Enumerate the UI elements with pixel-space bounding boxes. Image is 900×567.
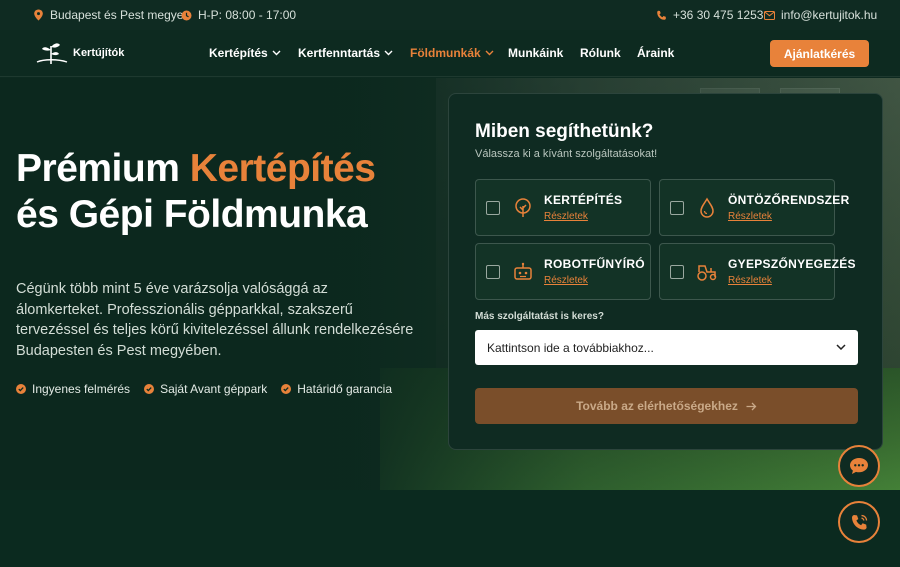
service-checkbox[interactable] (486, 265, 500, 279)
chevron-down-icon (485, 50, 494, 56)
panel-title: Miben segíthetünk? (475, 121, 654, 142)
nav-item-label: Kertfenntartás (298, 46, 381, 60)
service-card-kertepites[interactable]: KERTÉPÍTÉS Részletek (475, 179, 651, 236)
location-info: Budapest és Pest megye (32, 8, 183, 22)
logo-plant-icon (36, 43, 68, 64)
service-card-robotfunyiro[interactable]: ROBOTFŰNYÍRÓ Részletek (475, 243, 651, 300)
service-card-gyepszonyegezes[interactable]: GYEPSZŐNYEGEZÉS Részletek (659, 243, 856, 300)
panel-subtitle: Válassza ki a kívánt szolgáltatásokat! (475, 148, 658, 160)
service-checkbox[interactable] (670, 201, 684, 215)
phone-icon (655, 9, 667, 21)
nav-item-label: Áraink (637, 46, 675, 60)
service-details-link[interactable]: Részletek (544, 211, 588, 222)
service-selection-panel: Miben segíthetünk? Válassza ki a kívánt … (448, 93, 883, 450)
nav-item-kertepites[interactable]: Kertépítés (209, 46, 281, 60)
email-link[interactable]: info@kertujitok.hu (763, 8, 877, 22)
service-checkbox[interactable] (486, 201, 500, 215)
more-services-select[interactable]: Kattintson ide a továbbiakhoz... (475, 330, 858, 365)
main-navbar: Kertújítók Kertépítés Kertfenntartás Föl… (0, 30, 900, 77)
service-label: GYEPSZŐNYEGEZÉS (728, 257, 856, 271)
service-checkbox[interactable] (670, 265, 684, 279)
hero-title-part2: és Gépi Földmunka (16, 193, 368, 236)
service-label: ÖNTÖZŐRENDSZER (728, 193, 850, 207)
chat-bubble-icon (850, 458, 868, 474)
nav-item-label: Rólunk (580, 46, 621, 60)
feature-item: Ingyenes felmérés (16, 382, 130, 396)
logo[interactable]: Kertújítók (34, 40, 124, 66)
location-text: Budapest és Pest megye (50, 8, 184, 22)
phone-link[interactable]: +36 30 475 1253 (655, 8, 763, 22)
top-info-bar: Budapest és Pest megye H-P: 08:00 - 17:0… (0, 0, 900, 30)
feature-item: Saját Avant géppark (144, 382, 267, 396)
clock-icon (180, 9, 192, 21)
service-card-ontozorendszer[interactable]: ÖNTÖZŐRENDSZER Részletek (659, 179, 849, 236)
nav-item-label: Földmunkák (410, 46, 481, 60)
more-services-label: Más szolgáltatást is keres? (475, 311, 604, 322)
logo-text: Kertújítók (73, 47, 125, 59)
phone-text: +36 30 475 1253 (673, 8, 764, 22)
chevron-down-icon (836, 344, 846, 350)
quote-request-button[interactable]: Ajánlatkérés (770, 40, 869, 67)
phone-call-icon (851, 514, 867, 530)
service-details-link[interactable]: Részletek (728, 211, 772, 222)
call-button[interactable] (838, 501, 880, 543)
select-value: Kattintson ide a továbbiakhoz... (487, 340, 654, 355)
tree-icon (515, 198, 531, 217)
hero-title-part1: Prémium (16, 147, 190, 190)
hours-text: H-P: 08:00 - 17:00 (198, 8, 297, 22)
check-circle-icon (16, 384, 26, 394)
map-pin-icon (32, 9, 44, 21)
robot-icon (514, 262, 532, 280)
nav-item-kertfenntartas[interactable]: Kertfenntartás (298, 46, 393, 60)
service-label: KERTÉPÍTÉS (544, 193, 623, 207)
hero-features: Ingyenes felmérés Saját Avant géppark Ha… (16, 382, 392, 396)
nav-item-label: Kertépítés (209, 46, 268, 60)
continue-button-label: Tovább az elérhetőségekhez (576, 399, 738, 413)
next-section (0, 490, 900, 567)
service-label: ROBOTFŰNYÍRÓ (544, 257, 645, 271)
hero-title-accent: Kertépítés (189, 147, 376, 190)
water-drop-icon (700, 197, 714, 218)
arrow-right-icon (746, 402, 757, 410)
hours-info: H-P: 08:00 - 17:00 (180, 8, 296, 22)
feature-label: Határidő garancia (297, 382, 392, 396)
feature-item: Határidő garancia (281, 382, 392, 396)
continue-to-contact-button[interactable]: Tovább az elérhetőségekhez (475, 388, 858, 424)
tractor-icon (697, 265, 717, 281)
envelope-icon (763, 9, 775, 21)
feature-label: Ingyenes felmérés (32, 382, 131, 396)
service-details-link[interactable]: Részletek (728, 275, 772, 286)
service-details-link[interactable]: Részletek (544, 275, 588, 286)
chevron-down-icon (384, 50, 393, 56)
check-circle-icon (281, 384, 292, 394)
nav-item-rolunk[interactable]: Rólunk (580, 46, 621, 60)
nav-item-araink[interactable]: Áraink (637, 46, 674, 60)
email-text: info@kertujitok.hu (781, 8, 878, 22)
hero-lead: Cégünk több mint 5 éve varázsolja valósá… (16, 281, 414, 359)
chat-button[interactable] (838, 445, 880, 487)
nav-item-label: Munkáink (508, 46, 564, 60)
chevron-down-icon (272, 50, 281, 56)
feature-label: Saját Avant géppark (160, 382, 268, 396)
nav-item-munkaink[interactable]: Munkáink (508, 46, 563, 60)
hero-title: Prémium Kertépítés és Gépi Földmunka (16, 146, 446, 238)
check-circle-icon (144, 384, 155, 394)
nav-item-foldmunkak[interactable]: Földmunkák (410, 46, 494, 60)
